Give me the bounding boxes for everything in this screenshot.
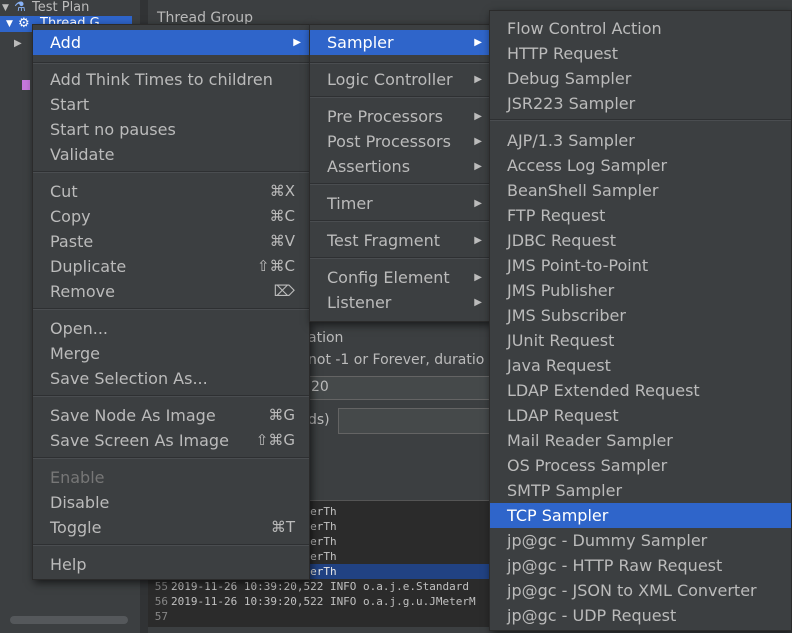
menu-item-validate[interactable]: Validate: [33, 142, 309, 167]
tree-node-test-plan[interactable]: ▼ ⚗ Test Plan: [0, 0, 140, 16]
chevron-right-icon: ▶: [474, 161, 482, 172]
menu-item-remove[interactable]: Remove ⌦: [33, 279, 309, 304]
loop-label: not -1 or Forever, duratio: [308, 352, 485, 368]
chevron-right-icon: ▶: [474, 111, 482, 122]
delete-key-icon: ⌦: [273, 282, 295, 300]
menu-item-add[interactable]: Add ▶: [33, 30, 309, 55]
menu-item-jdbc-request[interactable]: JDBC Request: [490, 228, 791, 253]
menu-item-add-think-times[interactable]: Add Think Times to children: [33, 67, 309, 92]
expand-arrow-icon[interactable]: ▼: [6, 16, 13, 32]
menu-separator: [310, 183, 490, 185]
menu-separator: [310, 220, 490, 222]
menu-item-jsr223-sampler[interactable]: JSR223 Sampler: [490, 91, 791, 116]
menu-separator: [33, 308, 309, 310]
expand-arrow-icon[interactable]: ▼: [2, 0, 9, 16]
menu-item-junit-request[interactable]: JUnit Request: [490, 328, 791, 353]
chevron-right-icon: ▶: [293, 37, 301, 48]
menu-item-ftp-request[interactable]: FTP Request: [490, 203, 791, 228]
menu-separator: [33, 395, 309, 397]
menu-item-save-screen-as-image[interactable]: Save Screen As Image ⇧⌘G: [33, 428, 309, 453]
expand-arrow-icon[interactable]: ▶: [14, 36, 22, 52]
chevron-right-icon: ▶: [474, 136, 482, 147]
menu-item-jms-publisher[interactable]: JMS Publisher: [490, 278, 791, 303]
menu-separator: [310, 96, 490, 98]
menu-item-copy[interactable]: Copy ⌘C: [33, 204, 309, 229]
menu-separator: [310, 257, 490, 259]
menu-item-os-process-sampler[interactable]: OS Process Sampler: [490, 453, 791, 478]
menu-item-cut[interactable]: Cut ⌘X: [33, 179, 309, 204]
menu-item-java-request[interactable]: Java Request: [490, 353, 791, 378]
menu-item-logic-controller[interactable]: Logic Controller ▶: [310, 67, 490, 92]
context-menu: Add ▶ Add Think Times to children Start S…: [32, 24, 310, 580]
menu-item-disable[interactable]: Disable: [33, 490, 309, 515]
menu-separator: [33, 544, 309, 546]
flask-icon: ⚗: [14, 0, 26, 15]
menu-item-jms-subscriber[interactable]: JMS Subscriber: [490, 303, 791, 328]
menu-separator: [33, 62, 309, 64]
menu-item-udp-request[interactable]: jp@gc - UDP Request: [490, 603, 791, 628]
chevron-right-icon: ▶: [474, 272, 482, 283]
menu-item-pre-processors[interactable]: Pre Processors ▶: [310, 104, 490, 129]
menu-item-paste[interactable]: Paste ⌘V: [33, 229, 309, 254]
menu-item-flow-control-action[interactable]: Flow Control Action: [490, 16, 791, 41]
menu-item-listener[interactable]: Listener ▶: [310, 290, 490, 315]
menu-item-ldap-request[interactable]: LDAP Request: [490, 403, 791, 428]
menu-item-config-element[interactable]: Config Element ▶: [310, 265, 490, 290]
log-line: 56 2019-11-26 10:39:20,522 INFO o.a.j.g.u…: [154, 595, 476, 608]
menu-item-merge[interactable]: Merge: [33, 341, 309, 366]
menu-separator: [490, 119, 791, 121]
add-submenu: Sampler ▶ Logic Controller ▶ Pre Processor…: [309, 24, 491, 322]
menu-item-post-processors[interactable]: Post Processors ▶: [310, 129, 490, 154]
menu-item-help[interactable]: Help: [33, 552, 309, 577]
chevron-right-icon: ▶: [474, 297, 482, 308]
menu-item-ldap-extended-request[interactable]: LDAP Extended Request: [490, 378, 791, 403]
menu-item-timer[interactable]: Timer ▶: [310, 191, 490, 216]
element-icon: [22, 80, 30, 90]
chevron-right-icon: ▶: [474, 37, 482, 48]
log-line: 57: [154, 610, 168, 623]
menu-item-access-log-sampler[interactable]: Access Log Sampler: [490, 153, 791, 178]
gear-icon: ⚙: [18, 16, 30, 31]
delay-label: ds): [308, 412, 330, 428]
menu-item-enable: Enable: [50, 468, 105, 487]
menu-item-jms-point-to-point[interactable]: JMS Point-to-Point: [490, 253, 791, 278]
duration-label: ation: [308, 330, 344, 346]
menu-item-tcp-sampler[interactable]: TCP Sampler: [490, 503, 791, 528]
menu-item-mail-reader-sampler[interactable]: Mail Reader Sampler: [490, 428, 791, 453]
menu-item-sampler[interactable]: Sampler ▶: [310, 30, 490, 55]
menu-item-debug-sampler[interactable]: Debug Sampler: [490, 66, 791, 91]
menu-separator: [33, 457, 309, 459]
chevron-right-icon: ▶: [474, 74, 482, 85]
menu-item-open[interactable]: Open...: [33, 316, 309, 341]
log-line: 55 2019-11-26 10:39:20,522 INFO o.a.j.e.S…: [154, 580, 470, 593]
menu-item-http-request[interactable]: HTTP Request: [490, 41, 791, 66]
menu-item-http-raw-request[interactable]: jp@gc - HTTP Raw Request: [490, 553, 791, 578]
menu-item-ajp-sampler[interactable]: AJP/1.3 Sampler: [490, 128, 791, 153]
menu-item-duplicate[interactable]: Duplicate ⇧⌘C: [33, 254, 309, 279]
menu-item-beanshell-sampler[interactable]: BeanShell Sampler: [490, 178, 791, 203]
menu-separator: [310, 62, 490, 64]
menu-item-dummy-sampler[interactable]: jp@gc - Dummy Sampler: [490, 528, 791, 553]
chevron-right-icon: ▶: [474, 235, 482, 246]
menu-item-smtp-sampler[interactable]: SMTP Sampler: [490, 478, 791, 503]
menu-item-toggle[interactable]: Toggle ⌘T: [33, 515, 309, 540]
menu-item-start[interactable]: Start: [33, 92, 309, 117]
sampler-submenu: Flow Control Action HTTP Request Debug S…: [489, 10, 792, 631]
tree-node-label: Test Plan: [32, 0, 90, 15]
menu-item-json-to-xml-converter[interactable]: jp@gc - JSON to XML Converter: [490, 578, 791, 603]
menu-separator: [33, 171, 309, 173]
menu-item-start-no-pauses[interactable]: Start no pauses: [33, 117, 309, 142]
menu-item-test-fragment[interactable]: Test Fragment ▶: [310, 228, 490, 253]
chevron-right-icon: ▶: [474, 198, 482, 209]
menu-item-assertions[interactable]: Assertions ▶: [310, 154, 490, 179]
field-value: 20: [311, 379, 329, 395]
menu-item-save-node-as-image[interactable]: Save Node As Image ⌘G: [33, 403, 309, 428]
menu-item-save-selection-as[interactable]: Save Selection As...: [33, 366, 309, 391]
tree-scrollbar[interactable]: [10, 616, 128, 624]
